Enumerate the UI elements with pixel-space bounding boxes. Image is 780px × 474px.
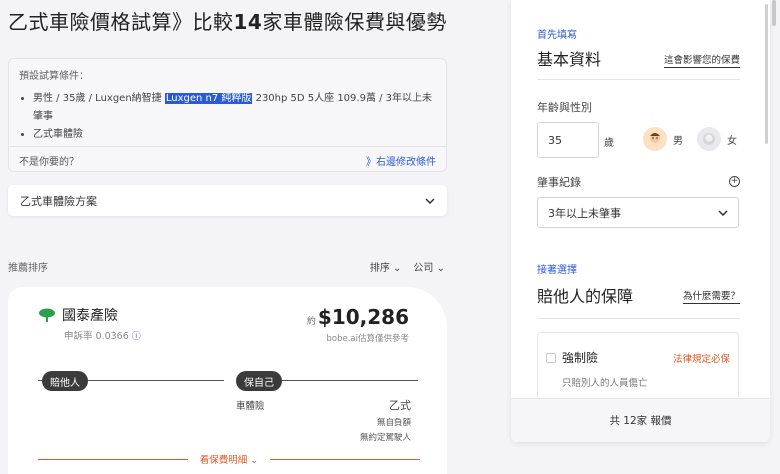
insurer-brand: 國泰產險 — [38, 305, 118, 325]
complaint-rate: 申訴率 0.0366 ⓘ — [64, 328, 141, 342]
coverage-option-name: 強制險 — [562, 351, 599, 365]
age-gender-label: 年齡與性別 — [537, 101, 592, 114]
premium-impact-link[interactable]: 這會影響您的保費 — [663, 52, 740, 68]
condition-vehicle-highlight: Luxgen n7 純粹版 — [164, 93, 253, 104]
sort-button-label: 排序 — [369, 263, 390, 274]
age-input[interactable]: 35 — [537, 122, 599, 158]
chevron-down-icon — [425, 197, 435, 204]
complaint-rate-text: 申訴率 0.0366 — [64, 331, 129, 342]
basic-info-title: 基本資料 — [537, 50, 602, 69]
page-title: 乙式車險價格試算》比較14家車體險保費與優勢 — [8, 6, 447, 35]
insurer-name: 國泰產險 — [62, 308, 118, 324]
plus-circle-icon[interactable]: + — [729, 176, 740, 187]
page-scrollbar[interactable] — [772, 0, 776, 26]
price-prefix: 約 — [306, 317, 316, 327]
condition-vehicle-pre: 男性 / 35歲 / Luxgen納智捷 — [33, 93, 165, 104]
info-icon[interactable]: ⓘ — [132, 332, 141, 342]
accident-record-label: 肇事紀錄 — [537, 176, 581, 189]
gender-female-option[interactable]: 女 — [697, 127, 737, 151]
coverage-label: 車體險 — [236, 401, 265, 412]
view-premium-detail-link[interactable]: 看保費明細 ⌄ — [38, 452, 420, 466]
conditions-heading: 預設試算條件： — [19, 71, 89, 82]
accident-record-value: 3年以上未肇事 — [548, 206, 621, 220]
coverage-note-driver: 無約定駕駛人 — [359, 433, 411, 443]
condition-vehicle: 男性 / 35歲 / Luxgen納智捷 Luxgen n7 純粹版 230hp… — [33, 90, 436, 126]
section-divider — [537, 318, 740, 319]
gender-male-option[interactable]: 男 — [643, 127, 683, 151]
sort-row: 推薦排序 排序 ⌄ 公司 ⌄ — [8, 259, 447, 274]
pill-third-party: 賠他人 — [42, 371, 88, 391]
male-label: 男 — [673, 135, 683, 147]
conditions-divider — [9, 146, 446, 147]
chevron-down-icon: ⌄ — [393, 263, 402, 274]
quote-form-sidebar: 首先填寫 基本資料 這會影響您的保費 年齡與性別 35 歲 男 女 肇事紀錄 +… — [511, 0, 770, 442]
conditions-question: 不是你要的？ — [19, 157, 79, 168]
third-party-coverage-title: 賠他人的保障 — [537, 287, 634, 306]
age-input-value: 35 — [548, 133, 562, 147]
insurer-card[interactable]: 國泰產險 申訴率 0.0366 ⓘ 約 $10,286 bobe.ai估算僅供參考… — [8, 287, 447, 474]
plan-dropdown-value: 乙式車體險方案 — [20, 194, 97, 208]
chevron-down-icon: ⌄ — [250, 455, 259, 466]
why-needed-link[interactable]: 為什麼需要？ — [682, 288, 740, 304]
detail-link-label: 看保費明細 — [199, 455, 248, 466]
title-count: 14 — [233, 10, 263, 34]
sidebar-scrollbar[interactable] — [765, 4, 768, 144]
accident-record-dropdown[interactable]: 3年以上未肇事 — [537, 197, 739, 228]
coverage-type: 乙式 — [389, 399, 411, 412]
male-avatar-icon — [643, 127, 667, 151]
female-avatar-icon — [697, 127, 721, 151]
title-prefix: 乙式車險價格試算》比較 — [8, 10, 234, 34]
pill-own-damage: 保自己 — [236, 371, 282, 391]
sort-button[interactable]: 排序 ⌄ — [370, 259, 402, 274]
section-divider — [537, 79, 740, 80]
required-by-law-badge: 法律規定必保 — [672, 354, 730, 365]
recommended-sort-label: 推薦排序 — [8, 263, 48, 274]
quote-count-bar[interactable]: 共 12家 報價 — [511, 398, 770, 442]
chevron-down-icon: ⌄ — [436, 263, 445, 274]
premium-price: 約 $10,286 — [307, 305, 409, 329]
step-two-label: 接著選擇 — [537, 265, 577, 276]
conditions-list: 男性 / 35歲 / Luxgen納智捷 Luxgen n7 純粹版 230hp… — [19, 90, 436, 144]
condition-coverage: 乙式車體險 — [33, 126, 436, 144]
step-one-label: 首先填寫 — [537, 30, 577, 41]
title-suffix: 家車體險保費與優勢 — [262, 10, 447, 34]
compulsory-checkbox[interactable] — [546, 353, 556, 363]
conditions-footer: 不是你要的？ 》右邊修改條件 — [19, 153, 436, 168]
age-unit: 歲 — [604, 138, 614, 149]
female-label: 女 — [727, 135, 737, 147]
plan-dropdown[interactable]: 乙式車體險方案 — [8, 185, 447, 216]
edit-conditions-link[interactable]: 》右邊修改條件 — [366, 153, 436, 168]
tree-logo-icon — [39, 308, 55, 322]
company-button-label: 公司 — [413, 263, 434, 274]
coverage-note-deductible: 無自負額 — [376, 418, 411, 428]
coverage-option-desc: 只賠別人的人員傷亡 — [562, 378, 648, 389]
company-filter-button[interactable]: 公司 ⌄ — [413, 259, 445, 274]
price-disclaimer: bobe.ai估算僅供參考 — [326, 334, 410, 344]
chevron-down-icon — [718, 209, 728, 216]
price-value: $10,286 — [317, 305, 409, 329]
default-conditions-box: 預設試算條件： 男性 / 35歲 / Luxgen納智捷 Luxgen n7 純… — [8, 58, 447, 172]
